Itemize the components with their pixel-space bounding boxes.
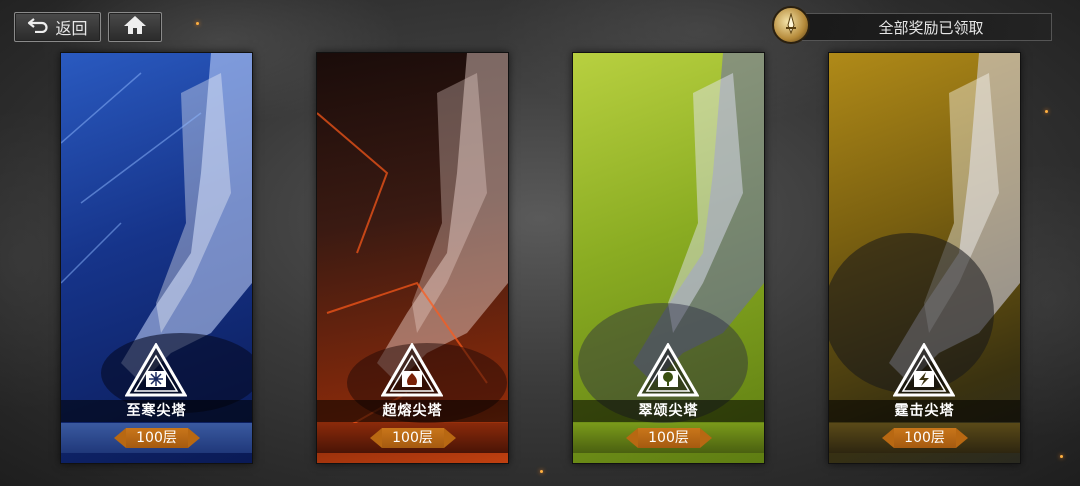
ember-particle (540, 470, 543, 473)
floor-count: 100层 (625, 428, 712, 448)
ember-particle (1060, 455, 1063, 458)
return-arrow-icon (27, 17, 49, 37)
ember-particle (196, 22, 199, 25)
reward-status[interactable]: 全部奖励已领取 (772, 6, 1052, 44)
home-icon (123, 15, 147, 39)
floor-band: 100层 (829, 423, 1020, 453)
back-label: 返回 (55, 19, 88, 38)
floor-band: 100层 (61, 423, 252, 453)
back-button[interactable]: 返回 (14, 12, 101, 42)
lightning-emblem-icon (893, 343, 955, 397)
tower-name: 翠颂尖塔 (573, 400, 764, 422)
floor-band: 100层 (573, 423, 764, 453)
ember-particle (1045, 110, 1048, 113)
tower-card-fire[interactable]: 超熔尖塔 100层 (316, 52, 509, 464)
snowflake-emblem-icon (125, 343, 187, 397)
floor-count: 100层 (881, 428, 968, 448)
tower-card-lightning[interactable]: 霆击尖塔 100层 (828, 52, 1021, 464)
reward-status-text: 全部奖励已领取 (800, 13, 1052, 41)
floor-band: 100层 (317, 423, 508, 453)
flame-emblem-icon (381, 343, 443, 397)
floor-count: 100层 (113, 428, 200, 448)
home-button[interactable] (108, 12, 162, 42)
tower-name: 至寒尖塔 (61, 400, 252, 422)
tree-emblem-icon (637, 343, 699, 397)
tower-name: 霆击尖塔 (829, 400, 1020, 422)
sword-medal-icon (772, 6, 810, 44)
tower-card-ice[interactable]: 至寒尖塔 100层 (60, 52, 253, 464)
floor-count: 100层 (369, 428, 456, 448)
tower-card-nature[interactable]: 翠颂尖塔 100层 (572, 52, 765, 464)
tower-name: 超熔尖塔 (317, 400, 508, 422)
